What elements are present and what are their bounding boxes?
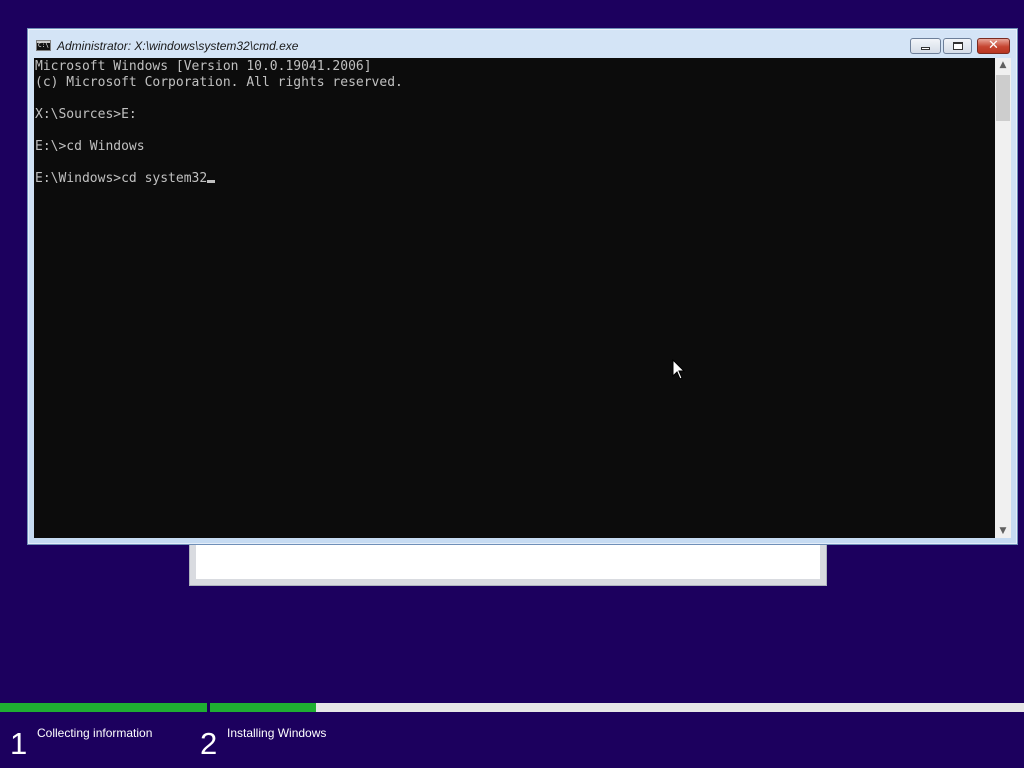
close-button[interactable]: ✕ <box>977 38 1010 54</box>
scroll-down-icon[interactable]: ▼ <box>995 524 1011 538</box>
console-line: X:\Sources>E: <box>35 107 137 122</box>
step-number: 2 <box>200 726 218 761</box>
step-number: 1 <box>10 726 28 761</box>
console-line: E:\>cd Windows <box>35 139 145 154</box>
minimize-icon <box>921 47 930 50</box>
setup-progress-bar <box>0 703 1024 712</box>
minimize-button[interactable] <box>910 38 941 54</box>
cmd-icon[interactable]: C:\ <box>36 40 51 51</box>
console-line: E:\Windows>cd system32 <box>35 171 208 186</box>
setup-dialog-content <box>196 545 820 579</box>
scroll-up-icon[interactable]: ▲ <box>995 58 1011 72</box>
progress-segment-2 <box>210 703 1024 712</box>
cmd-icon-text: C:\ <box>38 42 49 49</box>
close-icon: ✕ <box>988 38 999 53</box>
console-line: Microsoft Windows [Version 10.0.19041.20… <box>35 59 372 74</box>
text-cursor <box>207 180 216 183</box>
progress-fill-1 <box>0 703 207 712</box>
step-label: Installing Windows <box>227 726 327 740</box>
console-line: (c) Microsoft Corporation. All rights re… <box>35 75 403 90</box>
maximize-button[interactable] <box>943 38 972 54</box>
console-output[interactable]: Microsoft Windows [Version 10.0.19041.20… <box>34 58 995 538</box>
scroll-thumb[interactable] <box>996 75 1010 121</box>
console-text: Microsoft Windows [Version 10.0.19041.20… <box>34 58 995 187</box>
cmd-window[interactable]: C:\ Administrator: X:\windows\system32\c… <box>27 28 1018 545</box>
maximize-icon <box>952 42 963 50</box>
vertical-scrollbar[interactable]: ▲ ▼ <box>995 58 1011 538</box>
mouse-pointer-icon <box>672 359 686 380</box>
title-bar[interactable]: C:\ Administrator: X:\windows\system32\c… <box>28 29 1017 58</box>
step-label: Collecting information <box>37 726 153 740</box>
progress-segment-1 <box>0 703 207 712</box>
window-title: Administrator: X:\windows\system32\cmd.e… <box>57 39 299 53</box>
progress-fill-2 <box>210 703 316 712</box>
